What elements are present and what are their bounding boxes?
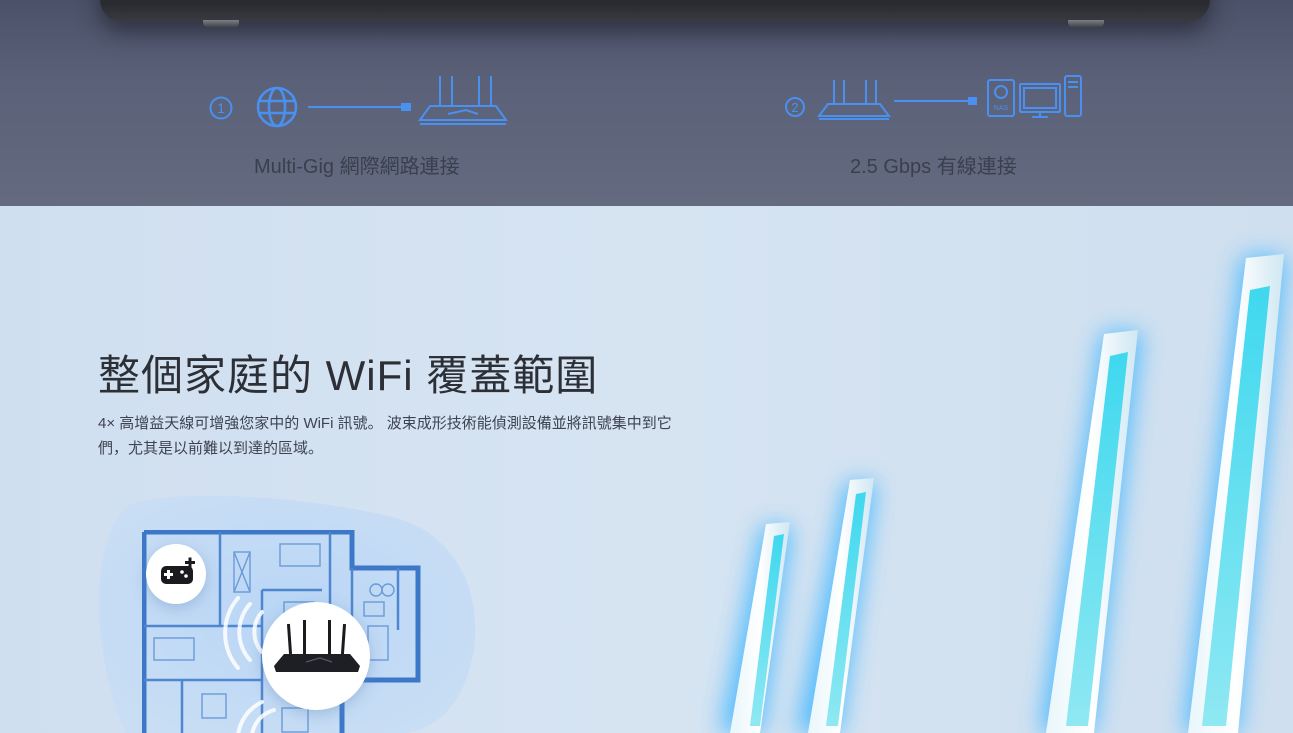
router-bubble xyxy=(262,602,370,710)
pc-tower-icon xyxy=(1064,75,1082,117)
connection-diagram-2: 2 NAS xyxy=(785,75,1082,120)
section-description: 4× 高增益天線可增強您家中的 WiFi 訊號。 波束成形技術能偵測設備並將訊號… xyxy=(98,415,672,457)
glowing-antennas-image xyxy=(720,254,1286,733)
gamepad-bubble xyxy=(146,544,206,604)
step-number-1: 1 xyxy=(209,96,233,120)
gamepad-icon xyxy=(161,557,195,584)
svg-text:NAS: NAS xyxy=(994,105,1009,112)
router-foot-right xyxy=(1068,20,1104,28)
globe-icon xyxy=(256,86,298,128)
router-foot-left xyxy=(203,20,239,28)
router-icon xyxy=(817,80,891,120)
connection-label-2: 2.5 Gbps 有線連接 xyxy=(850,156,1017,178)
cable-line-icon xyxy=(894,97,977,105)
antenna-3 xyxy=(1046,330,1138,733)
connection-item-multigig: 1 xyxy=(208,70,518,140)
connection-label-1: Multi-Gig 網際網路連接 xyxy=(254,156,460,178)
router-base-image xyxy=(100,0,1210,22)
section-title: 整個家庭的 WiFi 覆蓋範圍 xyxy=(98,352,599,399)
connection-diagram-1: 1 xyxy=(209,76,508,128)
connection-item-wired: 2 NAS xyxy=(785,70,1086,140)
connectivity-band: 1 Multi-Gig 網際網路連接 2 NAS 2.5 Gbps 有線連接 xyxy=(0,0,1293,206)
svg-text:2: 2 xyxy=(791,100,798,115)
floorplan-illustration xyxy=(96,494,486,733)
cable-line-icon xyxy=(308,103,411,111)
router-icon xyxy=(274,620,360,672)
svg-text:1: 1 xyxy=(217,100,225,116)
router-icon xyxy=(418,76,508,125)
step-number-2: 2 xyxy=(785,97,805,117)
nas-icon: NAS xyxy=(987,79,1015,117)
wifi-coverage-section: 整個家庭的 WiFi 覆蓋範圍 4× 高增益天線可增強您家中的 WiFi 訊號。… xyxy=(0,206,1293,733)
monitor-icon xyxy=(1019,83,1061,118)
